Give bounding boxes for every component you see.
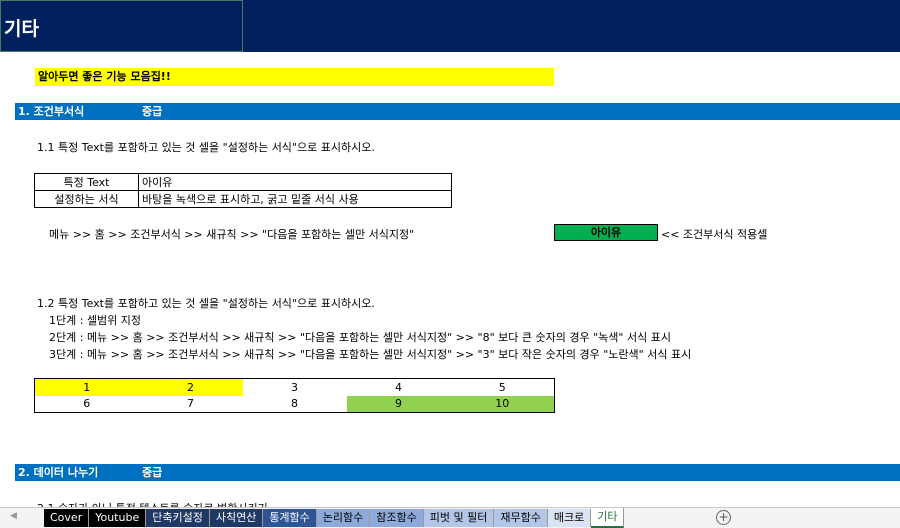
sheet-tab[interactable]: 단축키설정 [146, 509, 210, 527]
sheet-tab[interactable]: Youtube [89, 509, 147, 527]
sheet-tab[interactable]: Cover [44, 509, 90, 527]
spec-key[interactable]: 특정 Text [34, 173, 139, 191]
notice-banner[interactable]: 알아두면 좋은 기능 모음집!! [35, 68, 554, 86]
left-arrow-icon[interactable]: ◀ [10, 511, 17, 521]
spec-table: 특정 Text 아이유 설정하는 서식 바탕을 녹색으로 표시하고, 굵고 밑줄… [34, 173, 452, 208]
spec-value[interactable]: 아이유 [138, 173, 452, 191]
selected-title-cell[interactable]: 기타 [0, 0, 243, 52]
number-cell[interactable]: 7 [139, 396, 243, 413]
menu-path[interactable]: 메뉴 >> 홈 >> 조건부서식 >> 새규칙 >> "다음을 포함하는 셀만 … [49, 226, 414, 242]
sheet-tab[interactable]: 논리함수 [316, 509, 371, 527]
applied-format-note[interactable]: << 조건부서식 적용셀 [661, 226, 767, 242]
sheet-tab[interactable]: 재무함수 [494, 509, 548, 527]
table-row: 1 2 3 4 5 [34, 378, 555, 396]
plus-circle-icon[interactable]: + [716, 510, 731, 525]
sheet-tab[interactable]: 통계함수 [263, 509, 317, 527]
section-1-title: 1. 조건부서식 [18, 105, 85, 118]
sheet-title: 기타 [4, 18, 39, 40]
number-cell[interactable]: 4 [347, 379, 451, 396]
number-grid: 1 2 3 4 5 6 7 8 9 10 [34, 378, 555, 413]
section-2-header[interactable]: 2. 데이터 나누기 중급 [15, 464, 900, 481]
sheet-tab[interactable]: 참조함수 [370, 509, 424, 527]
question-1-2[interactable]: 1.2 특정 Text를 포함하고 있는 것 셀을 "설정하는 서식"으로 표시… [37, 295, 375, 311]
number-cell[interactable]: 9 [346, 395, 451, 413]
sheet-tab-bar: ◀ Cover Youtube 단축키설정 사칙연산 통계함수 논리함수 참조함수 피벗 및 … [0, 507, 900, 528]
sheet-tab[interactable]: 기타 [591, 508, 625, 528]
number-cell[interactable]: 6 [35, 396, 139, 413]
number-cell[interactable]: 10 [450, 395, 555, 413]
number-cell[interactable]: 1 [34, 378, 139, 396]
table-row: 특정 Text 아이유 [34, 173, 452, 191]
table-row: 설정하는 서식 바탕을 녹색으로 표시하고, 굵고 밑줄 서식 사용 [34, 190, 452, 208]
sheet-tab[interactable]: 피벗 및 필터 [423, 509, 495, 527]
step-3[interactable]: 3단계 : 메뉴 >> 홈 >> 조건부서식 >> 새규칙 >> "다음을 포함… [49, 346, 691, 362]
applied-format-cell[interactable]: 아이유 [554, 224, 658, 241]
section-1-level: 중급 [142, 105, 163, 118]
table-row: 6 7 8 9 10 [35, 395, 555, 413]
number-cell[interactable]: 5 [451, 379, 555, 396]
number-cell[interactable]: 8 [243, 396, 347, 413]
number-cell[interactable]: 3 [243, 379, 347, 396]
sheet-tab[interactable]: 사칙연산 [209, 509, 264, 527]
title-bar: 기타 [0, 0, 900, 52]
step-2[interactable]: 2단계 : 메뉴 >> 홈 >> 조건부서식 >> 새규칙 >> "다음을 포함… [49, 329, 671, 345]
sheet-tabs: Cover Youtube 단축키설정 사칙연산 통계함수 논리함수 참조함수 피벗 및 필터… [44, 508, 625, 528]
section-1-header[interactable]: 1. 조건부서식 중급 [15, 103, 900, 120]
question-1-1[interactable]: 1.1 특정 Text를 포함하고 있는 것 셀을 "설정하는 서식"으로 표시… [37, 139, 375, 155]
section-2-title: 2. 데이터 나누기 [18, 466, 99, 479]
section-2-level: 중급 [142, 466, 163, 479]
spec-value[interactable]: 바탕을 녹색으로 표시하고, 굵고 밑줄 서식 사용 [138, 190, 452, 208]
step-1[interactable]: 1단계 : 셀범위 지정 [49, 312, 141, 328]
number-cell[interactable]: 2 [138, 378, 243, 396]
spec-key[interactable]: 설정하는 서식 [34, 190, 139, 208]
sheet-tab[interactable]: 매크로 [547, 509, 592, 527]
